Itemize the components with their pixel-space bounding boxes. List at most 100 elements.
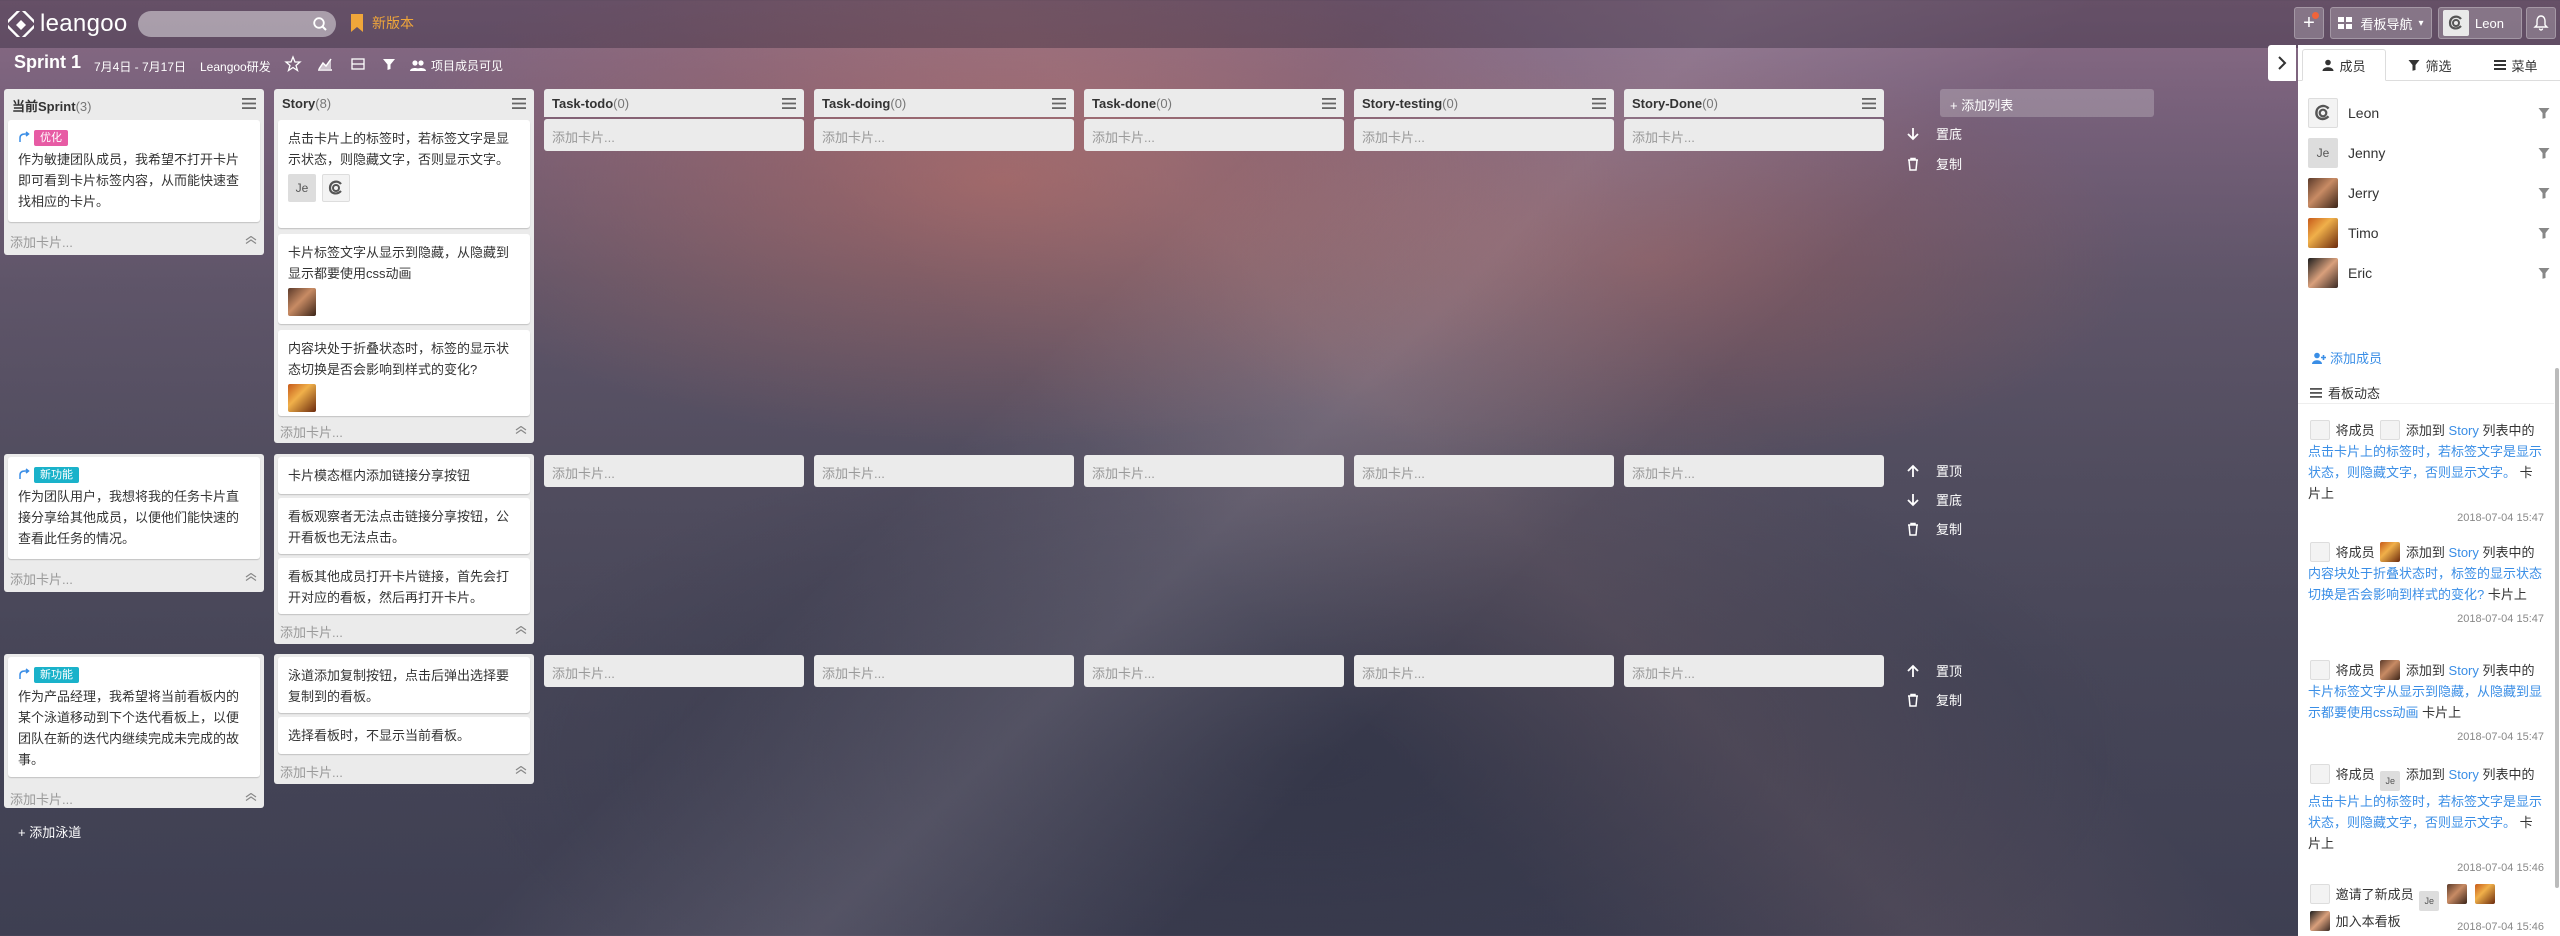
star-icon[interactable] <box>284 55 302 73</box>
board-nav-button[interactable]: 看板导航 ▾ <box>2330 7 2432 39</box>
search-icon[interactable] <box>312 16 328 32</box>
filter-icon[interactable] <box>2538 267 2550 279</box>
tab-menu[interactable]: 菜单 <box>2474 49 2558 81</box>
column-menu-icon[interactable] <box>1592 98 1606 109</box>
member-row-jenny[interactable]: Je Jenny <box>2308 137 2550 169</box>
column-menu-icon[interactable] <box>782 98 796 109</box>
member-avatar-jerry[interactable] <box>288 288 316 316</box>
user-menu-button[interactable]: Leon <box>2438 7 2522 39</box>
add-card-link[interactable]: 添加卡片... <box>1624 455 1884 487</box>
collapse-lane-icon[interactable] <box>515 766 527 774</box>
add-card-link[interactable]: 添加卡片... <box>280 762 343 781</box>
member-row-eric[interactable]: Eric <box>2308 257 2550 289</box>
add-card-link[interactable]: 添加卡片... <box>1624 119 1884 151</box>
column-header-task-todo[interactable]: Task-todo(0) <box>544 89 804 117</box>
lane-move-top[interactable]: 置顶 <box>1906 661 1962 680</box>
tag-optimize[interactable]: 优化 <box>34 130 68 146</box>
filter-icon[interactable] <box>2538 187 2550 199</box>
filter-icon[interactable] <box>2538 107 2550 119</box>
add-card-link[interactable]: 添加卡片... <box>1354 119 1614 151</box>
sprint-card[interactable]: 新功能 作为团队用户，我想将我的任务卡片直接分享给其他成员，以便他们能快速的查看… <box>8 457 260 559</box>
column-header-story-testing[interactable]: Story-testing(0) <box>1354 89 1614 117</box>
add-card-link[interactable]: 添加卡片... <box>1354 655 1614 687</box>
collapse-lane-icon[interactable] <box>245 236 257 244</box>
collapse-lane-icon[interactable] <box>515 626 527 634</box>
search-input[interactable] <box>148 14 308 34</box>
column-header-task-done[interactable]: Task-done(0) <box>1084 89 1344 117</box>
add-card-link[interactable]: 添加卡片... <box>1084 119 1344 151</box>
story-card[interactable]: 点击卡片上的标签时，若标签文字是显示状态，则隐藏文字，否则显示文字。 Je <box>278 120 530 228</box>
activity-list-link[interactable]: Story <box>2449 767 2479 782</box>
lane-copy[interactable]: 复制 <box>1906 519 1962 538</box>
story-card[interactable]: 卡片标签文字从显示到隐藏，从隐藏到显示都要使用css动画 <box>278 234 530 324</box>
collapse-lane-icon[interactable] <box>245 793 257 801</box>
lane-copy[interactable]: 复制 <box>1906 154 1962 173</box>
filter-icon[interactable] <box>2538 227 2550 239</box>
story-card[interactable]: 选择看板时，不显示当前看板。 <box>278 717 530 754</box>
add-card-link[interactable]: 添加卡片... <box>814 455 1074 487</box>
filter-icon[interactable] <box>380 55 398 73</box>
collapse-lane-icon[interactable] <box>515 426 527 434</box>
sprint-card[interactable]: 新功能 作为产品经理，我希望将当前看板内的某个泳道移动到下个迭代看板上，以便团队… <box>8 657 260 777</box>
activity-list-link[interactable]: Story <box>2449 545 2479 560</box>
chart-icon[interactable] <box>316 55 334 73</box>
member-row-leon[interactable]: Leon <box>2308 97 2550 129</box>
story-card[interactable]: 泳道添加复制按钮，点击后弹出选择要复制到的看板。 <box>278 657 530 713</box>
add-card-link[interactable]: 添加卡片... <box>1624 655 1884 687</box>
tab-members[interactable]: 成员 <box>2302 49 2386 81</box>
lane-move-bottom[interactable]: 置底 <box>1906 124 1962 143</box>
add-list-button[interactable]: + 添加列表 <box>1940 89 2154 117</box>
column-menu-icon[interactable] <box>242 98 256 109</box>
member-avatar-je[interactable]: Je <box>288 174 316 202</box>
collapse-all-icon[interactable] <box>349 55 367 73</box>
new-version-link[interactable]: 新版本 <box>350 13 414 33</box>
column-menu-icon[interactable] <box>1862 98 1876 109</box>
sprint-title[interactable]: Sprint 1 <box>14 52 81 73</box>
column-header-task-doing[interactable]: Task-doing(0) <box>814 89 1074 117</box>
lane-move-top[interactable]: 置顶 <box>1906 461 1962 480</box>
column-header-current-sprint[interactable]: 当前Sprint(3) <box>4 89 264 117</box>
add-card-link[interactable]: 添加卡片... <box>544 119 804 151</box>
sprint-card[interactable]: 优化 作为敏捷团队成员，我希望不打开卡片即可看到卡片标签内容，从而能快速查找相应… <box>8 120 260 222</box>
add-card-link[interactable]: 添加卡片... <box>1354 455 1614 487</box>
tag-new-feature[interactable]: 新功能 <box>34 467 79 483</box>
add-card-link[interactable]: 添加卡片... <box>1084 455 1344 487</box>
tag-new-feature[interactable]: 新功能 <box>34 667 79 683</box>
member-row-jerry[interactable]: Jerry <box>2308 177 2550 209</box>
lane-copy[interactable]: 复制 <box>1906 690 1962 709</box>
column-header-story-done[interactable]: Story-Done(0) <box>1624 89 1884 117</box>
member-row-timo[interactable]: Timo <box>2308 217 2550 249</box>
story-card[interactable]: 看板其他成员打开卡片链接，首先会打开对应的看板，然后再打开卡片。 <box>278 558 530 614</box>
sprint-team[interactable]: Leangoo研发 <box>200 58 271 75</box>
member-avatar-timo[interactable] <box>288 384 316 412</box>
panel-toggle-button[interactable] <box>2268 45 2296 81</box>
search-box[interactable] <box>138 11 336 37</box>
lane-move-bottom[interactable]: 置底 <box>1906 490 1962 509</box>
column-menu-icon[interactable] <box>1052 98 1066 109</box>
activity-scrollbar[interactable] <box>2555 368 2559 888</box>
filter-icon[interactable] <box>2538 147 2550 159</box>
story-card[interactable]: 内容块处于折叠状态时，标签的显示状态切换是否会影响到样式的变化? <box>278 330 530 416</box>
add-card-link[interactable]: 添加卡片... <box>10 789 73 808</box>
add-card-link[interactable]: 添加卡片... <box>280 622 343 641</box>
add-card-link[interactable]: 添加卡片... <box>10 232 73 251</box>
column-menu-icon[interactable] <box>512 98 526 109</box>
add-card-link[interactable]: 添加卡片... <box>10 569 73 588</box>
story-card[interactable]: 卡片模态框内添加链接分享按钮 <box>278 457 530 494</box>
add-member-link[interactable]: 添加成员 <box>2312 348 2382 367</box>
add-card-link[interactable]: 添加卡片... <box>814 119 1074 151</box>
add-card-link[interactable]: 添加卡片... <box>544 455 804 487</box>
member-avatar-leon[interactable] <box>322 174 350 202</box>
tab-filter[interactable]: 筛选 <box>2388 49 2472 81</box>
create-button[interactable]: + <box>2294 7 2324 39</box>
add-card-link[interactable]: 添加卡片... <box>1084 655 1344 687</box>
collapse-lane-icon[interactable] <box>245 573 257 581</box>
add-card-link[interactable]: 添加卡片... <box>544 655 804 687</box>
app-logo[interactable]: leangoo <box>8 10 128 38</box>
story-card[interactable]: 看板观察者无法点击链接分享按钮，公开看板也无法点击。 <box>278 498 530 554</box>
activity-card-link[interactable]: 点击卡片上的标签时，若标签文字是显示状态，则隐藏文字，否则显示文字。 <box>2308 794 2542 830</box>
add-card-link[interactable]: 添加卡片... <box>814 655 1074 687</box>
notifications-button[interactable] <box>2526 7 2556 39</box>
activity-card-link[interactable]: 点击卡片上的标签时，若标签文字是显示状态，则隐藏文字，否则显示文字。 <box>2308 444 2542 480</box>
activity-list-link[interactable]: Story <box>2449 423 2479 438</box>
